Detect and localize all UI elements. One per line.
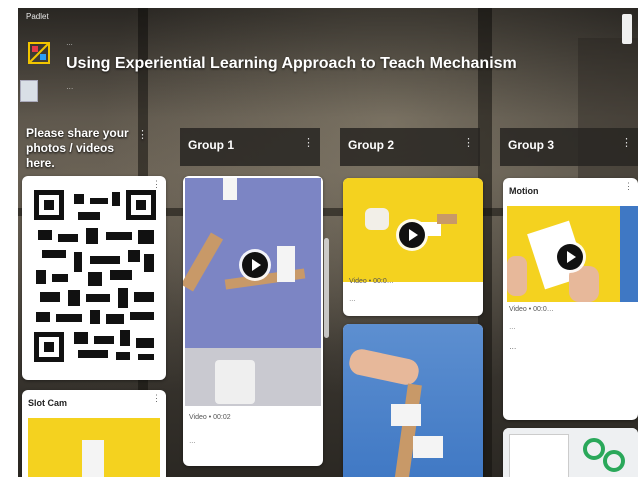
play-icon[interactable] [242,252,268,278]
video-type: Video • 00:0… [509,306,554,313]
card-title: Slot Cam [28,398,68,408]
group1-video-card[interactable]: Video • 00:02 … [183,176,323,466]
padlet-board: Padlet … Using Experiential Learning App… [18,8,638,477]
padlet-tag[interactable]: Padlet [26,12,49,21]
video-date: … [189,438,196,445]
qr-code-icon [34,190,158,362]
slot-cam-card[interactable]: ⋮ Slot Cam [22,390,166,477]
video-type: Video • 00:02 [189,414,231,421]
post-title: Motion [509,186,539,196]
more-dots-icon[interactable]: ⋮ [621,136,632,151]
column-header-share: Please share your photos / videos here. … [18,120,154,170]
group3-post-card[interactable]: ⋮ Motion Video • 00:0… … … [503,178,638,420]
board-thumbnail [20,80,38,102]
card-image [28,418,160,477]
play-icon[interactable] [557,244,583,270]
group3-image-card[interactable] [503,428,638,477]
column-title: Group 3 [508,138,555,152]
group2-image-card[interactable] [343,324,483,477]
side-panel-handle[interactable] [622,14,632,44]
group2-video-card[interactable]: ⋮ Video • 00:0… … [343,178,483,316]
qr-finder [126,190,156,220]
column-header-group1: Group 1 ⋮ [180,128,320,166]
column-header-group3: Group 3 ⋮ [500,128,638,166]
author-line: … [66,40,73,47]
video-type: Video • 00:0… [349,278,394,285]
video-date: … [349,296,356,303]
board-subtitle: … [66,82,74,91]
qr-code-card[interactable]: ⋮ [22,176,166,380]
card-image [343,324,483,477]
more-dots-icon[interactable]: ⋮ [624,181,633,192]
more-dots-icon[interactable]: ⋮ [463,136,474,151]
padlet-logo-icon [28,42,50,64]
video-thumbnail[interactable] [183,178,321,406]
card-image [503,428,638,477]
more-dots-icon[interactable]: ⋮ [303,136,314,151]
qr-finder [34,190,64,220]
video-date: … [509,324,516,331]
column-title: Please share your photos / videos here. [26,126,129,170]
more-dots-icon[interactable]: ⋮ [152,393,161,404]
qr-finder [34,332,64,362]
column-scrollbar[interactable] [324,238,329,338]
post-body: … [509,342,517,351]
column-title: Group 2 [348,138,395,152]
play-icon[interactable] [399,222,425,248]
more-dots-icon[interactable]: ⋮ [152,179,161,190]
column-title: Group 1 [188,138,235,152]
page-title: Using Experiential Learning Approach to … [66,55,517,72]
column-header-group2: Group 2 ⋮ [340,128,480,166]
more-dots-icon[interactable]: ⋮ [137,128,148,143]
